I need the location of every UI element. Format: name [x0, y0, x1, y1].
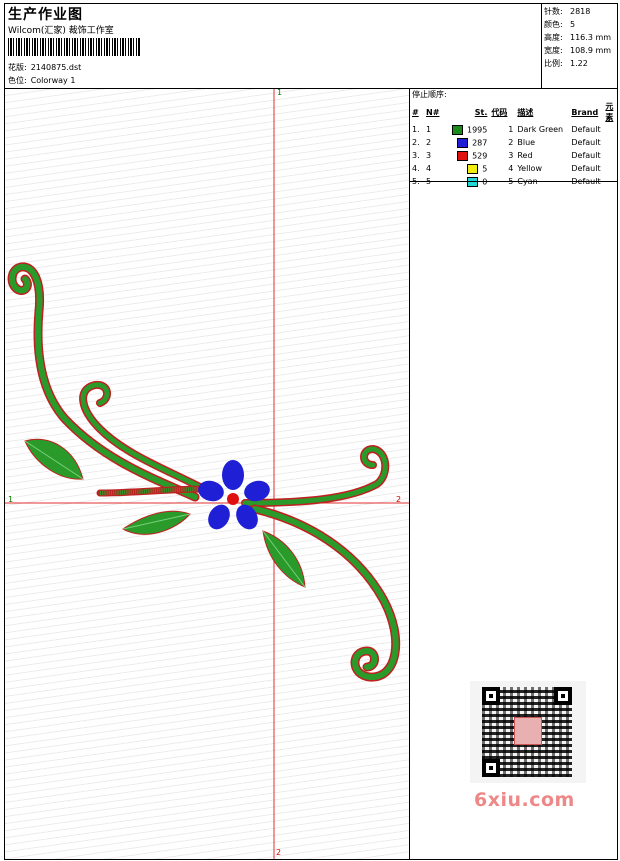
color-row[interactable]: 3. 3 529 3 Red Default	[410, 149, 617, 162]
color-brand: Default	[571, 151, 601, 160]
color-idx: 1.	[412, 125, 420, 134]
main-divider	[409, 88, 410, 860]
qr-code	[470, 681, 586, 783]
color-row[interactable]: 4. 4 5 4 Yellow Default	[410, 162, 617, 175]
color-n: 2	[426, 138, 432, 147]
qr-logo-icon	[514, 717, 542, 745]
stitch-count: 287	[472, 138, 488, 147]
qr-eye-icon	[554, 687, 572, 705]
embroidery-design	[5, 89, 409, 859]
stitch-count: 529	[472, 151, 488, 160]
colorway-value: Colorway 1	[30, 76, 76, 85]
color-swatch	[457, 137, 469, 148]
stat-colors: 颜色: 5	[544, 20, 576, 29]
color-brand: Default	[571, 138, 601, 147]
axis-label-left: 1	[8, 495, 14, 504]
color-n: 1	[426, 125, 432, 134]
color-n: 3	[426, 151, 432, 160]
color-swatch	[452, 124, 463, 135]
colorway-label: 色位:	[8, 76, 27, 85]
design-line: 花版: 2140875.dst	[8, 62, 81, 73]
color-swatch	[457, 150, 469, 161]
color-desc: Blue	[517, 138, 536, 147]
stat-scale: 比例: 1.22	[544, 59, 588, 68]
qr-eye-icon	[482, 687, 500, 705]
color-idx: 2.	[412, 138, 420, 147]
color-n: 4	[426, 164, 432, 173]
stitch-count: 5	[482, 164, 488, 173]
color-swatch	[467, 163, 479, 174]
color-idx: 4.	[412, 164, 420, 173]
watermark-brand: 6xiu.com	[474, 789, 575, 811]
qr-eye-icon	[482, 759, 500, 777]
color-brand: Default	[571, 125, 601, 134]
stitch-count: 1995	[467, 125, 488, 134]
panel-separator	[410, 181, 617, 182]
axis-label-top: 1	[277, 88, 283, 97]
flower	[198, 460, 270, 530]
color-code: 3	[508, 151, 514, 160]
color-code: 1	[508, 125, 514, 134]
design-canvas[interactable]	[5, 89, 409, 859]
color-row[interactable]: 1. 1 1995 1 Dark Green Default	[410, 123, 617, 136]
color-brand: Default	[571, 164, 601, 173]
axis-label-bottom: 2	[276, 848, 282, 857]
stop-sequence-title: 停止顺序:	[412, 90, 447, 99]
color-desc: Yellow	[517, 164, 542, 173]
stat-height: 高度: 116.3 mm	[544, 33, 612, 42]
header-divider	[541, 3, 542, 89]
studio-name: Wilcom(汇家) 裁饰工作室	[8, 26, 114, 36]
color-code: 4	[508, 164, 514, 173]
page-title: 生产作业图	[8, 7, 83, 23]
color-idx: 3.	[412, 151, 420, 160]
color-desc: Red	[517, 151, 533, 160]
color-code: 2	[508, 138, 514, 147]
color-desc: Dark Green	[517, 125, 564, 134]
design-label: 花版:	[8, 63, 27, 72]
color-table-header: # N# St. 代码 描述 Brand 元素	[412, 102, 614, 122]
color-table: # N# St. 代码 描述 Brand 元素 1. 1 1995 1 Dark Gre…	[410, 101, 617, 188]
color-row[interactable]: 2. 2 287 2 Blue Default	[410, 136, 617, 149]
barcode	[8, 38, 140, 56]
design-value: 2140875.dst	[30, 63, 82, 72]
design-stats: 针数: 2818 颜色: 5 高度: 116.3 mm 宽度: 108.9 mm 比例:…	[544, 5, 611, 70]
leaf-lower-left	[122, 510, 191, 535]
colorway-line: 色位: Colorway 1	[8, 75, 75, 86]
axis-label-right: 2	[396, 495, 402, 504]
stat-stitches: 针数: 2818	[544, 7, 591, 16]
stat-width: 宽度: 108.9 mm	[544, 46, 612, 55]
